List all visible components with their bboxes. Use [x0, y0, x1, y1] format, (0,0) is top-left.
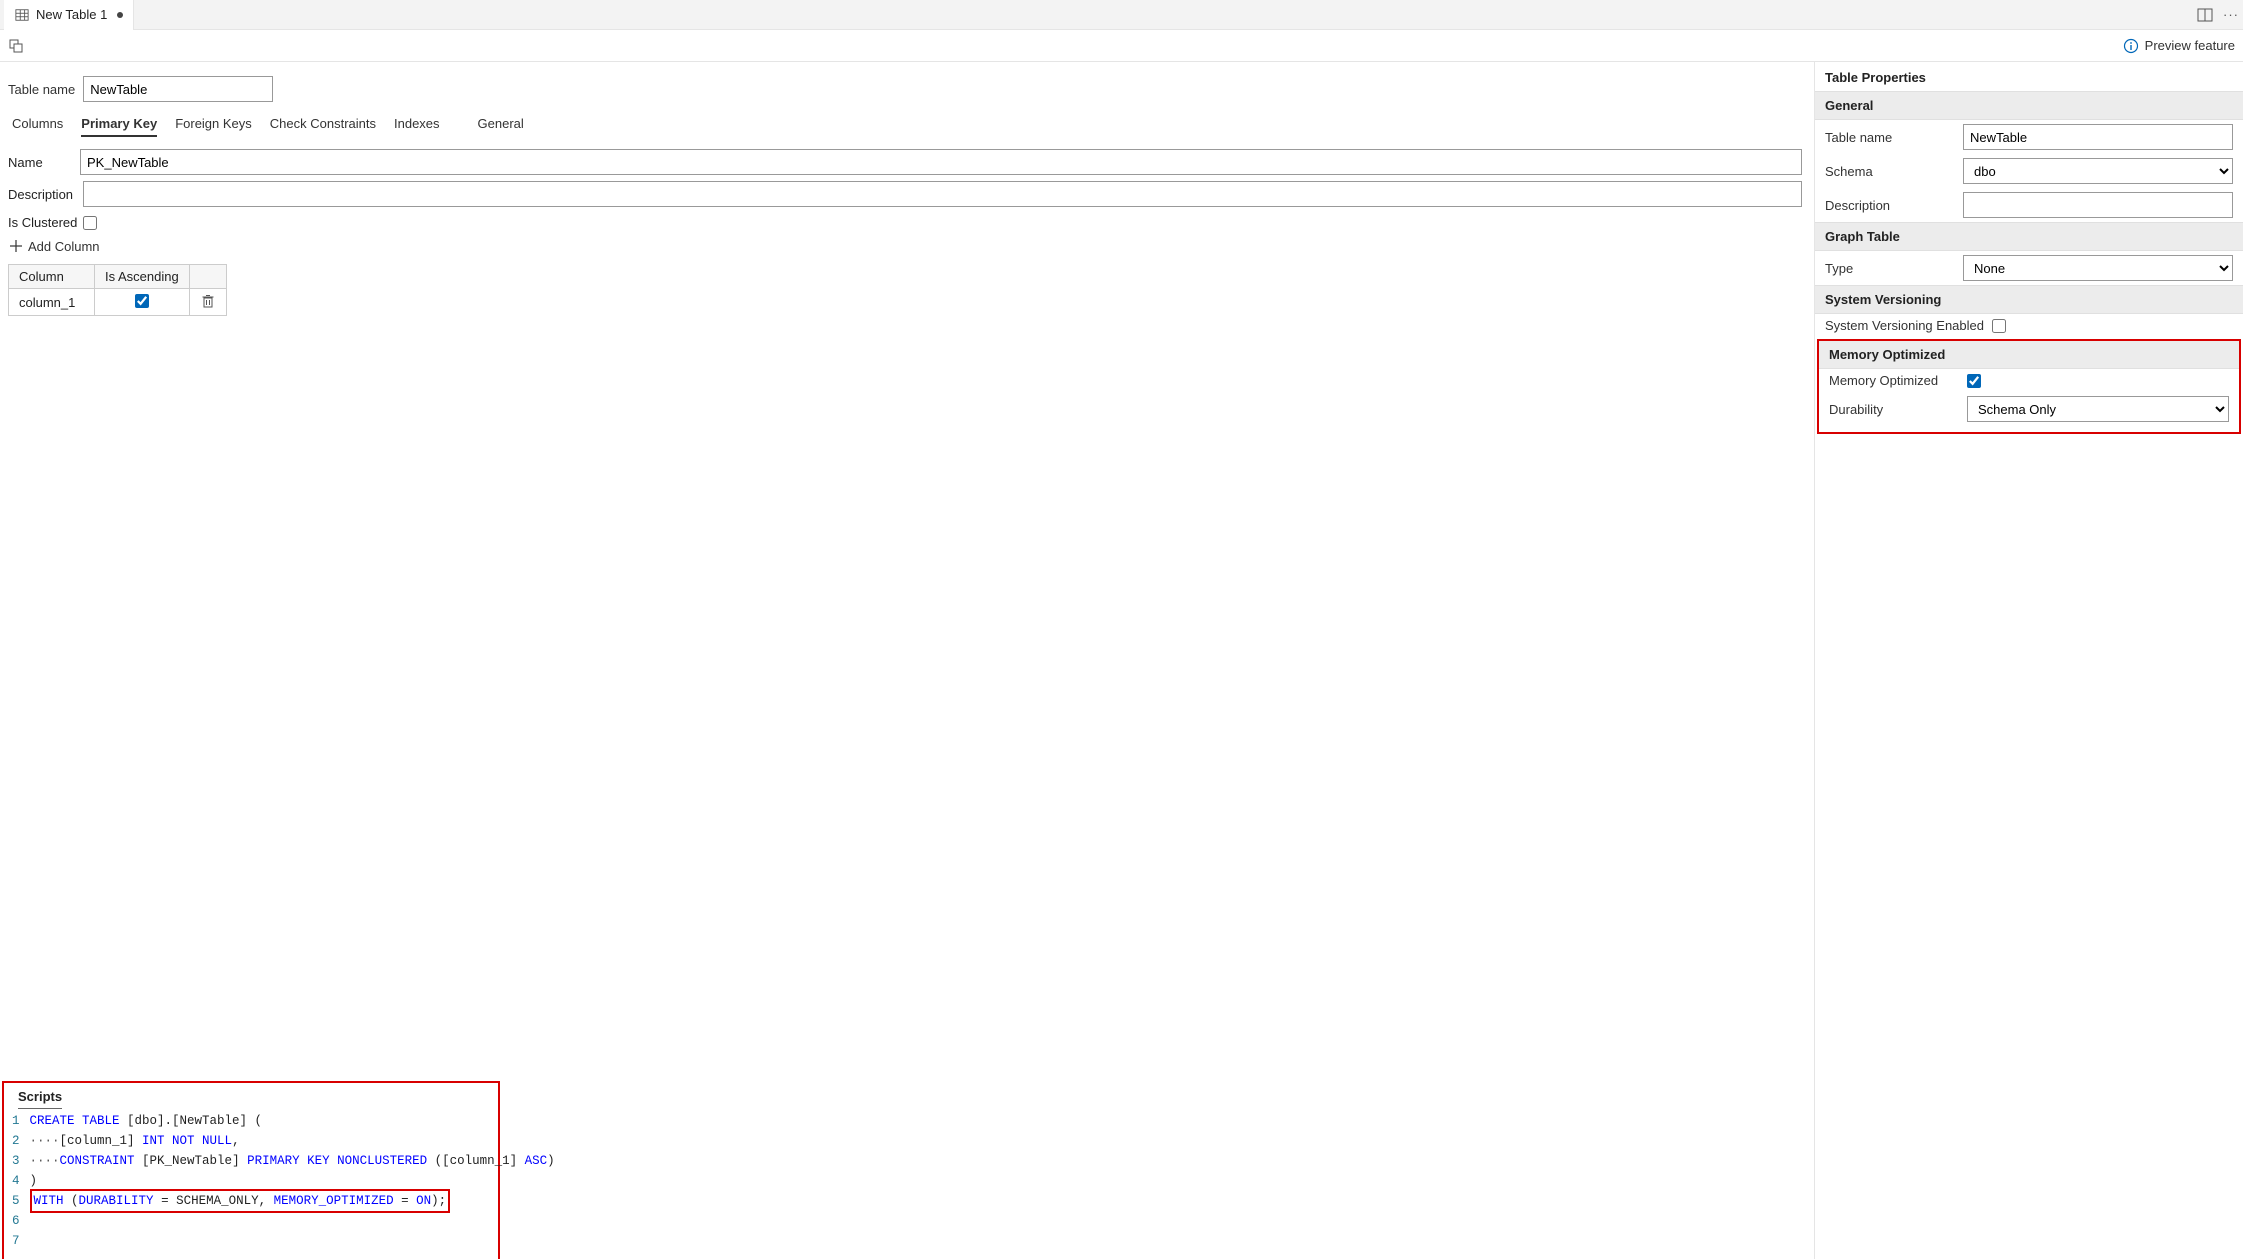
- tab-bar: New Table 1 ···: [0, 0, 2243, 30]
- prop-tablename-label: Table name: [1825, 130, 1955, 145]
- publish-icon[interactable]: [8, 38, 24, 54]
- prop-schema-select[interactable]: dbo: [1963, 158, 2233, 184]
- grid-header-ascending: Is Ascending: [95, 265, 190, 289]
- pk-columns-grid: Column Is Ascending column_1: [8, 264, 227, 316]
- designer-tabs: Columns Primary Key Foreign Keys Check C…: [12, 112, 1802, 137]
- properties-panel: Table Properties General Table name Sche…: [1815, 62, 2243, 1259]
- preview-feature[interactable]: Preview feature: [2123, 38, 2235, 54]
- plus-icon: [8, 238, 24, 254]
- pk-description-label: Description: [8, 187, 73, 202]
- dirty-indicator-icon: [117, 12, 123, 18]
- prop-memopt-checkbox[interactable]: [1967, 374, 1981, 388]
- grid-cell-ascending-checkbox[interactable]: [135, 294, 149, 308]
- prop-schema-label: Schema: [1825, 164, 1955, 179]
- tab-foreign-keys[interactable]: Foreign Keys: [175, 112, 252, 137]
- trash-icon[interactable]: [200, 293, 216, 309]
- prop-sysver-checkbox[interactable]: [1992, 319, 2006, 333]
- table-row[interactable]: column_1: [9, 289, 227, 316]
- info-icon: [2123, 38, 2139, 54]
- prop-durability-select[interactable]: Schema Only: [1967, 396, 2229, 422]
- grid-header-column: Column: [9, 265, 95, 289]
- pk-name-label: Name: [8, 155, 70, 170]
- pk-name-input[interactable]: [80, 149, 1802, 175]
- section-graph: Graph Table: [1815, 222, 2243, 251]
- prop-type-select[interactable]: None: [1963, 255, 2233, 281]
- tab-primary-key[interactable]: Primary Key: [81, 112, 157, 137]
- properties-title: Table Properties: [1815, 62, 2243, 91]
- section-memopt: Memory Optimized: [1819, 341, 2239, 369]
- pk-isclustered-label: Is Clustered: [8, 215, 77, 230]
- table-name-label: Table name: [8, 82, 75, 97]
- scripts-panel: Scripts 1234567 CREATE TABLE [dbo].[NewT…: [2, 1081, 500, 1259]
- toolbar: Preview feature: [0, 30, 2243, 62]
- memory-optimized-section: Memory Optimized Memory Optimized Durabi…: [1817, 339, 2241, 434]
- scripts-tab[interactable]: Scripts: [4, 1083, 72, 1108]
- split-editor-icon[interactable]: [2197, 7, 2213, 23]
- table-name-input[interactable]: [83, 76, 273, 102]
- prop-description-label: Description: [1825, 198, 1955, 213]
- editor-tab[interactable]: New Table 1: [4, 0, 134, 30]
- prop-type-label: Type: [1825, 261, 1955, 276]
- prop-sysver-label: System Versioning Enabled: [1825, 318, 1984, 333]
- pk-isclustered-checkbox[interactable]: [83, 216, 97, 230]
- add-column-label: Add Column: [28, 239, 100, 254]
- tab-general[interactable]: General: [478, 112, 524, 137]
- prop-durability-label: Durability: [1829, 402, 1959, 417]
- section-sysver: System Versioning: [1815, 285, 2243, 314]
- tab-title: New Table 1: [36, 7, 107, 22]
- table-icon: [14, 7, 30, 23]
- more-icon[interactable]: ···: [2223, 7, 2239, 23]
- tab-check-constraints[interactable]: Check Constraints: [270, 112, 376, 137]
- section-general: General: [1815, 91, 2243, 120]
- prop-tablename-input[interactable]: [1963, 124, 2233, 150]
- tab-indexes[interactable]: Indexes: [394, 112, 440, 137]
- grid-cell-column[interactable]: column_1: [9, 289, 95, 316]
- tab-columns[interactable]: Columns: [12, 112, 63, 137]
- prop-description-input[interactable]: [1963, 192, 2233, 218]
- prop-memopt-label: Memory Optimized: [1829, 373, 1959, 388]
- add-column-button[interactable]: Add Column: [8, 238, 1802, 254]
- scripts-code[interactable]: 1234567 CREATE TABLE [dbo].[NewTable] ( …: [4, 1111, 498, 1251]
- pk-description-input[interactable]: [83, 181, 1802, 207]
- preview-feature-label: Preview feature: [2145, 38, 2235, 53]
